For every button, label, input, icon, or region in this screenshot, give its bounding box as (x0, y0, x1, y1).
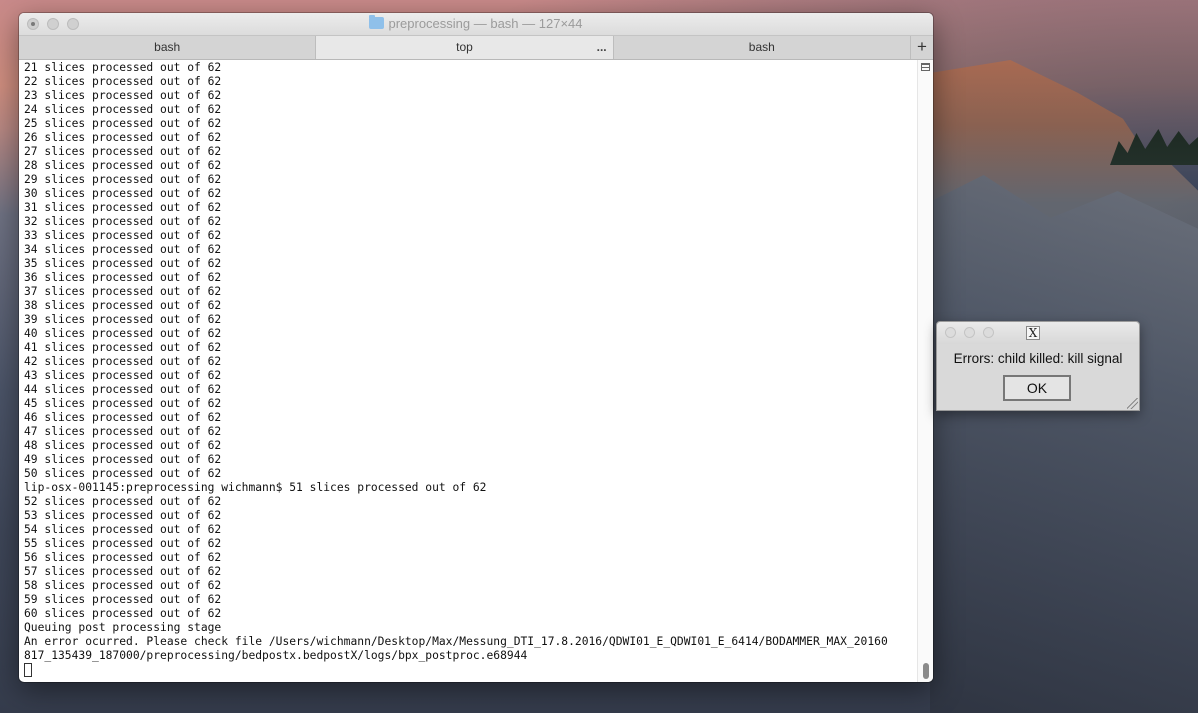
terminal-line: 56 slices processed out of 62 (24, 551, 222, 564)
terminal-line: 37 slices processed out of 62 (24, 285, 222, 298)
tab-label: bash (748, 40, 775, 54)
new-tab-button[interactable]: + (911, 36, 933, 59)
scrollbar-thumb[interactable] (923, 663, 929, 679)
terminal-line: 31 slices processed out of 62 (24, 201, 222, 214)
ok-button[interactable]: OK (1003, 375, 1071, 401)
dialog-close-button[interactable] (945, 327, 956, 338)
terminal-line: 48 slices processed out of 62 (24, 439, 222, 452)
tab-label: top (456, 40, 473, 54)
terminal-line: 52 slices processed out of 62 (24, 495, 222, 508)
close-button[interactable] (27, 18, 39, 30)
terminal-line: 46 slices processed out of 62 (24, 411, 222, 424)
terminal-line: 25 slices processed out of 62 (24, 117, 222, 130)
dialog-zoom-button[interactable] (983, 327, 994, 338)
terminal-line: 54 slices processed out of 62 (24, 523, 222, 536)
scrollbar-menu-icon[interactable] (921, 63, 930, 71)
x11-icon: X (1026, 326, 1040, 340)
scrollbar[interactable] (917, 60, 933, 682)
terminal-line: 47 slices processed out of 62 (24, 425, 222, 438)
terminal-line: 55 slices processed out of 62 (24, 537, 222, 550)
terminal-line: 45 slices processed out of 62 (24, 397, 222, 410)
terminal-line: An error ocurred. Please check file /Use… (24, 635, 888, 648)
tab-more-icon[interactable]: ... (597, 36, 607, 59)
dialog-minimize-button[interactable] (964, 327, 975, 338)
tab-bash-2[interactable]: bash (614, 36, 911, 59)
zoom-button[interactable] (67, 18, 79, 30)
terminal-window: preprocessing — bash — 127×44 bash top..… (19, 13, 933, 682)
minimize-button[interactable] (47, 18, 59, 30)
terminal-line: 21 slices processed out of 62 (24, 61, 222, 74)
terminal-line: 44 slices processed out of 62 (24, 383, 222, 396)
terminal-line: 34 slices processed out of 62 (24, 243, 222, 256)
folder-icon (369, 15, 385, 29)
terminal-line: 28 slices processed out of 62 (24, 159, 222, 172)
terminal-line: 57 slices processed out of 62 (24, 565, 222, 578)
terminal-line: 36 slices processed out of 62 (24, 271, 222, 284)
terminal-line: 27 slices processed out of 62 (24, 145, 222, 158)
terminal-line: 33 slices processed out of 62 (24, 229, 222, 242)
terminal-line: 43 slices processed out of 62 (24, 369, 222, 382)
terminal-line: 24 slices processed out of 62 (24, 103, 222, 116)
terminal-line: 42 slices processed out of 62 (24, 355, 222, 368)
window-controls (27, 18, 79, 30)
dialog-title-bar[interactable]: X (937, 322, 1139, 344)
terminal-line: 23 slices processed out of 62 (24, 89, 222, 102)
terminal-line: 26 slices processed out of 62 (24, 131, 222, 144)
terminal-line: lip-osx-001145:preprocessing wichmann$ 5… (24, 481, 487, 494)
window-title: preprocessing — bash — 127×44 (388, 16, 583, 31)
terminal-line: 35 slices processed out of 62 (24, 257, 222, 270)
error-message: Errors: child killed: kill signal (953, 351, 1123, 366)
text-cursor (24, 663, 32, 677)
terminal-line: 53 slices processed out of 62 (24, 509, 222, 522)
error-dialog: X Errors: child killed: kill signal OK (936, 321, 1140, 411)
tab-top[interactable]: top... (316, 36, 614, 59)
terminal-output: 21 slices processed out of 62 22 slices p… (24, 61, 915, 677)
tab-bar: bash top... bash + (19, 35, 933, 60)
terminal-line: 38 slices processed out of 62 (24, 299, 222, 312)
terminal-line: 41 slices processed out of 62 (24, 341, 222, 354)
dialog-window-controls (945, 327, 994, 338)
terminal-line: 58 slices processed out of 62 (24, 579, 222, 592)
terminal-line: 40 slices processed out of 62 (24, 327, 222, 340)
terminal-line: 22 slices processed out of 62 (24, 75, 222, 88)
terminal-line: 817_135439_187000/preprocessing/bedpostx… (24, 649, 528, 662)
resize-grip-icon[interactable] (1127, 398, 1138, 409)
terminal-line: 30 slices processed out of 62 (24, 187, 222, 200)
terminal-line: 50 slices processed out of 62 (24, 467, 222, 480)
tab-label: bash (154, 40, 181, 54)
terminal-line: 29 slices processed out of 62 (24, 173, 222, 186)
terminal-content[interactable]: 21 slices processed out of 62 22 slices p… (19, 60, 933, 682)
tab-bash-1[interactable]: bash (19, 36, 317, 59)
terminal-line: 60 slices processed out of 62 (24, 607, 222, 620)
terminal-line: Queuing post processing stage (24, 621, 222, 634)
title-bar[interactable]: preprocessing — bash — 127×44 (19, 13, 933, 35)
mountain-slope (930, 175, 1198, 713)
terminal-line: 49 slices processed out of 62 (24, 453, 222, 466)
terminal-line: 32 slices processed out of 62 (24, 215, 222, 228)
terminal-line: 39 slices processed out of 62 (24, 313, 222, 326)
terminal-line: 59 slices processed out of 62 (24, 593, 222, 606)
prompt-line (24, 663, 915, 677)
